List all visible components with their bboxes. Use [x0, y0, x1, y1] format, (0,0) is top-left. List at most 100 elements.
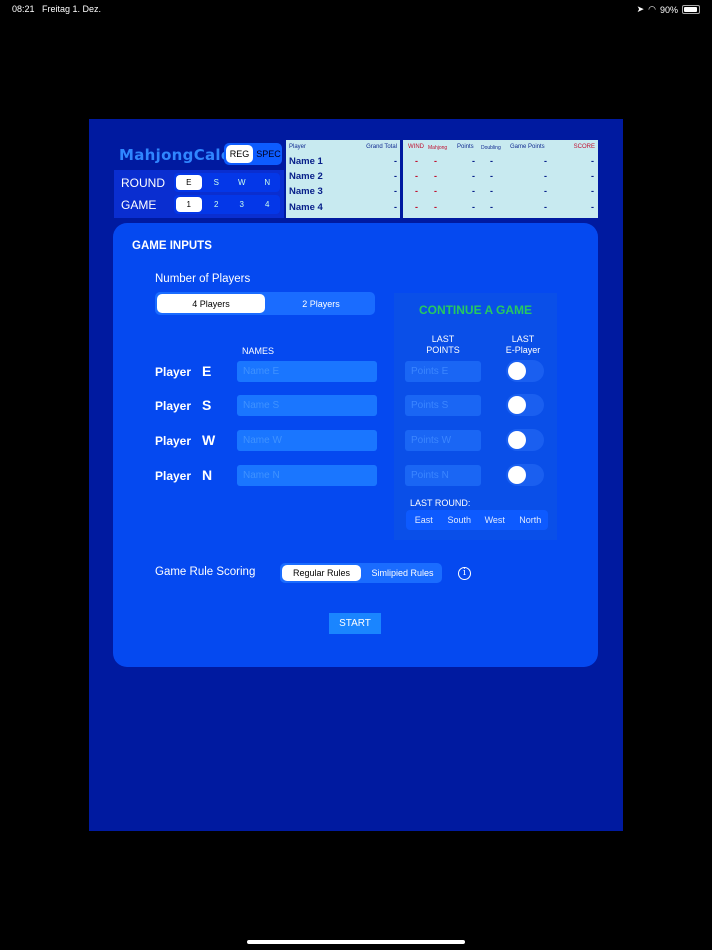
player-label-n: Player: [155, 469, 192, 483]
score-cell: -: [490, 202, 493, 212]
last-round-north-button[interactable]: North: [513, 510, 549, 530]
player-name-2: Name 2: [289, 171, 323, 182]
game-2-button[interactable]: 2: [204, 195, 230, 214]
score-cell: -: [415, 186, 418, 196]
app-window: MahjongCalc REG SPEC ROUND E S W N GAME …: [89, 119, 623, 831]
wind-e: E: [202, 363, 212, 379]
header-score: SCORE: [573, 144, 595, 150]
mode-reg-button[interactable]: REG: [226, 145, 253, 163]
mode-spec-button[interactable]: SPEC: [255, 143, 282, 165]
last-round-south-button[interactable]: South: [442, 510, 478, 530]
status-right: ➤ ◠ 90%: [637, 4, 700, 15]
score-cell: -: [544, 171, 547, 181]
round-game-box: ROUND E S W N GAME 1 2 3 4: [114, 170, 284, 218]
names-label: NAMES: [242, 346, 275, 356]
player-label-w: Player: [155, 434, 192, 448]
round-s-button[interactable]: S: [204, 173, 230, 192]
battery-icon: [682, 5, 700, 14]
score-cell: -: [434, 186, 437, 196]
name-n-input[interactable]: [237, 465, 377, 486]
grand-total-1: -: [394, 156, 397, 166]
wind-w: W: [202, 432, 216, 448]
header-wind: WIND: [408, 144, 424, 150]
start-button[interactable]: START: [329, 613, 381, 634]
score-cell: -: [472, 186, 475, 196]
points-n-input[interactable]: [405, 465, 481, 486]
name-e-input[interactable]: [237, 361, 377, 382]
location-icon: ➤: [636, 4, 645, 14]
wind-n: N: [202, 467, 213, 483]
num-players-segmented: 4 Players 2 Players: [155, 292, 375, 315]
last-points-label: LAST POINTS: [426, 334, 460, 355]
status-bar: 08:21 Freitag 1. Dez. ➤ ◠ 90%: [0, 0, 712, 18]
last-eplayer-toggle-n[interactable]: [506, 464, 544, 486]
last-eplayer-label: LAST E-Player: [505, 334, 541, 355]
round-e-button[interactable]: E: [176, 175, 202, 190]
wind-s: S: [202, 397, 212, 413]
last-round-label: LAST ROUND:: [410, 498, 471, 508]
continue-game-box: CONTINUE A GAME LAST POINTS LAST E-Playe…: [394, 293, 557, 540]
score-cell: -: [415, 202, 418, 212]
score-cell: -: [490, 186, 493, 196]
two-players-button[interactable]: 2 Players: [267, 292, 375, 315]
game-3-button[interactable]: 3: [229, 195, 255, 214]
last-round-east-button[interactable]: East: [406, 510, 442, 530]
continue-title: CONTINUE A GAME: [418, 303, 533, 317]
home-indicator: [247, 940, 465, 944]
score-cell: -: [544, 186, 547, 196]
score-cell: -: [415, 171, 418, 181]
score-cell: -: [490, 156, 493, 166]
score-cell: -: [434, 202, 437, 212]
last-round-west-button[interactable]: West: [477, 510, 513, 530]
regular-rules-button[interactable]: Regular Rules: [282, 565, 361, 581]
panel-title: GAME INPUTS: [132, 240, 212, 252]
game-4-button[interactable]: 4: [255, 195, 281, 214]
points-e-input[interactable]: [405, 361, 481, 382]
rule-segmented: Regular Rules Simlipied Rules: [280, 563, 442, 583]
header-points: Points: [457, 144, 474, 150]
last-eplayer-toggle-w[interactable]: [506, 429, 544, 451]
player-label-s: Player: [155, 399, 192, 413]
header-grand-total: Grand Total: [366, 144, 397, 150]
header-doubling: Doubling: [481, 145, 501, 151]
game-segmented: 1 2 3 4: [174, 195, 280, 214]
last-eplayer-toggle-s[interactable]: [506, 394, 544, 416]
rule-scoring-label: Game Rule Scoring: [155, 566, 256, 578]
score-cell: -: [591, 156, 594, 166]
last-round-segmented: East South West North: [406, 510, 548, 530]
round-w-button[interactable]: W: [229, 173, 255, 192]
header-mahjong: Mahjong: [428, 145, 448, 151]
simplified-rules-button[interactable]: Simlipied Rules: [363, 563, 442, 583]
score-cell: -: [434, 171, 437, 181]
score-cell: -: [472, 202, 475, 212]
name-w-input[interactable]: [237, 430, 377, 451]
four-players-button[interactable]: 4 Players: [157, 294, 265, 313]
wifi-icon: ◠: [648, 4, 656, 14]
points-w-input[interactable]: [405, 430, 481, 451]
name-s-input[interactable]: [237, 395, 377, 416]
round-segmented: E S W N: [174, 173, 280, 192]
header-player: Player: [289, 144, 307, 150]
points-s-input[interactable]: [405, 395, 481, 416]
grand-total-4: -: [394, 202, 397, 212]
score-cell: -: [472, 156, 475, 166]
player-name-3: Name 3: [289, 186, 323, 197]
score-cell: -: [591, 171, 594, 181]
score-cell: -: [544, 156, 547, 166]
player-label-e: Player: [155, 365, 192, 379]
score-cell: -: [472, 171, 475, 181]
battery-percent: 90%: [659, 4, 678, 15]
app-logo: MahjongCalc: [119, 146, 231, 164]
score-cell: -: [544, 202, 547, 212]
game-1-button[interactable]: 1: [176, 197, 202, 212]
player-name-4: Name 4: [289, 202, 323, 213]
score-table-details: WIND Mahjong Points Doubling Game Points…: [403, 140, 598, 218]
score-cell: -: [434, 156, 437, 166]
round-n-button[interactable]: N: [255, 173, 281, 192]
score-cell: -: [591, 202, 594, 212]
info-icon[interactable]: i: [458, 567, 471, 580]
status-date: Freitag 1. Dez.: [42, 4, 102, 14]
num-players-label: Number of Players: [155, 273, 251, 285]
mode-segmented: REG SPEC: [224, 143, 282, 165]
last-eplayer-toggle-e[interactable]: [506, 360, 544, 382]
